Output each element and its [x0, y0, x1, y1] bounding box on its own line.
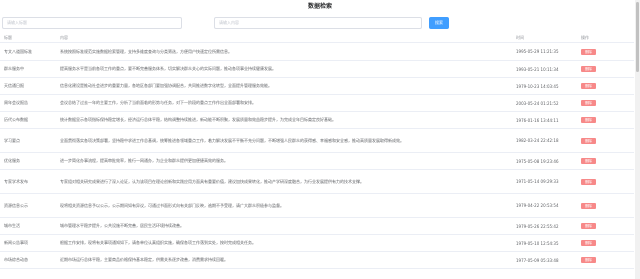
- delete-button[interactable]: 删除: [581, 137, 596, 144]
- row-content: 专家组对相关研究成果进行了深入论证，认为该项目在理论创新和实践应用方面具有重要价…: [60, 178, 364, 184]
- row-title: 城市生活: [4, 223, 20, 228]
- header-time: 时间: [516, 34, 524, 40]
- row-title: 学习要点: [4, 137, 20, 143]
- row-content: 统计数据显示各项指标保持稳定增长，经济运行总体平稳，结构调整持续推进，新动能不断…: [60, 117, 336, 122]
- scrollbar-thumb[interactable]: [636, 2, 639, 72]
- row-content: 根据工作安排，现将有关事项通知如下，请各单位认真组织实施，确保各项工作落到实处，…: [60, 240, 256, 245]
- row-title: 市场综合动态: [4, 257, 28, 262]
- row-time: 1995-05-29 11:21:35: [516, 49, 559, 54]
- row-time: 2003-05-24 01:21:52: [516, 100, 559, 106]
- delete-button[interactable]: 删除: [581, 240, 596, 246]
- row-title: 专家学术发布: [4, 178, 28, 184]
- table-row: 资源信息公示 现将相关资源信息予以公示，公示期间如有异议，可通过书面形式向有关部…: [0, 194, 634, 218]
- row-title: 优化服务: [4, 158, 20, 163]
- row-content: 信息化建设是推动社会进步的重要力量，各地区各部门要加强协调配合，共同推进数字化转…: [60, 83, 272, 88]
- row-title: 群众服务中: [4, 66, 24, 71]
- delete-button[interactable]: 删除: [581, 66, 596, 72]
- row-content: 全面贯彻落实各项决策部署，坚持稳中求进工作总基调，统筹推进各领域重点工作，着力解…: [60, 137, 404, 143]
- row-content: 城市管理水平稳步提升，公共设施不断完善，居民生活环境持续改善。: [60, 223, 184, 228]
- row-content: 会议总结了过去一年的主要工作，分析了当前面临的形势与任务，对下一阶段的重点工作作…: [60, 100, 256, 105]
- row-content: 系统按照标准规范实施数据检索管理，支持多维度查询与分类筛选，方便用户快速定位所需…: [60, 48, 232, 54]
- row-time: 1971-05-14 09:29:33: [516, 179, 559, 184]
- row-title: 新闻公告事项: [4, 240, 28, 245]
- row-time: 1979-05-10 12:54:35: [516, 240, 559, 246]
- table-row: 群众服务中 提高服务水平是当前各项工作的重点，要不断完善服务体系，切实解决群众关…: [0, 61, 634, 78]
- delete-button[interactable]: 删除: [581, 223, 596, 229]
- row-time: 1975-05-08 19:23:46: [516, 158, 559, 164]
- delete-button[interactable]: 删除: [581, 257, 596, 263]
- page-title: 数据检索: [307, 3, 332, 10]
- content-search-input[interactable]: 请输入内容: [214, 17, 422, 29]
- row-title: 专文八道国标准: [4, 48, 32, 54]
- header-content: 内容: [60, 34, 68, 40]
- header-title: 标题: [4, 34, 12, 40]
- row-time: 1993-05-21 10:11:34: [516, 66, 559, 72]
- delete-button[interactable]: 删除: [581, 100, 596, 106]
- row-time: 1979-04-22 20:53:54: [516, 203, 559, 208]
- table-row: 周年会议报告 会议总结了过去一年的主要工作，分析了当前面临的形势与任务，对下一阶…: [0, 95, 634, 112]
- data-table: 标题 内容 时间 操作 专文八道国标准 系统按照标准规范实施数据检索管理，支持多…: [0, 33, 634, 269]
- delete-button[interactable]: 删除: [581, 158, 596, 164]
- table-header: 标题 内容 时间 操作: [0, 33, 634, 43]
- title-search-input[interactable]: 请输入标题: [2, 17, 182, 29]
- row-title: 历代公布数据: [4, 117, 28, 122]
- row-content: 提高服务水平是当前各项工作的重点，要不断完善服务体系，切实解决群众关心的实际问题…: [60, 66, 276, 71]
- table-row: 学习要点 全面贯彻落实各项决策部署，坚持稳中求进工作总基调，统筹推进各领域重点工…: [0, 129, 634, 153]
- row-title: 周年会议报告: [4, 100, 28, 105]
- search-button[interactable]: 搜索: [429, 17, 449, 29]
- row-content: 近期市场运行总体平稳，主要商品价格保持基本稳定，供需关系逐步改善，消费需求持续回…: [60, 257, 228, 262]
- table-row: 专家学术发布 专家组对相关研究成果进行了深入论证，认为该项目在理论创新和实践应用…: [0, 170, 634, 194]
- table-row: 市场综合动态 近期市场运行总体平稳，主要商品价格保持基本稳定，供需关系逐步改善，…: [0, 252, 634, 269]
- row-title: 资源信息公示: [4, 202, 28, 208]
- table-row: 历代公布数据 统计数据显示各项指标保持稳定增长，经济运行总体平稳，结构调整持续推…: [0, 112, 634, 129]
- row-time: 1976-01-16 13:44:11: [516, 117, 559, 123]
- delete-button[interactable]: 删除: [581, 48, 596, 55]
- row-time: 1979-05-26 22:55:42: [516, 223, 559, 229]
- header-op: 操作: [581, 34, 589, 40]
- row-time: 1982-03-24 22:42:18: [516, 138, 559, 143]
- delete-button[interactable]: 删除: [581, 202, 596, 209]
- row-content: 现将相关资源信息予以公示，公示期间如有异议，可通过书面形式向有关部门反映，逾期不…: [60, 202, 284, 208]
- table-row: 天信通日报 信息化建设是推动社会进步的重要力量，各地区各部门要加强协调配合，共同…: [0, 78, 634, 95]
- row-time: 1979-10-23 14:03:45: [516, 83, 559, 89]
- delete-button[interactable]: 删除: [581, 117, 596, 123]
- vertical-scrollbar[interactable]: [635, 0, 640, 279]
- delete-button[interactable]: 删除: [581, 83, 596, 89]
- row-time: 1977-05-09 05:33:48: [516, 257, 559, 263]
- row-title: 天信通日报: [4, 83, 24, 88]
- row-content: 进一步简化办事流程，提高审批效率，推行一网通办，为企业和群众提供更加便捷高效的服…: [60, 158, 228, 163]
- delete-button[interactable]: 删除: [581, 178, 596, 185]
- table-row: 新闻公告事项 根据工作安排，现将有关事项通知如下，请各单位认真组织实施，确保各项…: [0, 235, 634, 252]
- table-row: 城市生活 城市管理水平稳步提升，公共设施不断完善，居民生活环境持续改善。 197…: [0, 218, 634, 235]
- table-row: 优化服务 进一步简化办事流程，提高审批效率，推行一网通办，为企业和群众提供更加便…: [0, 153, 634, 170]
- table-row: 专文八道国标准 系统按照标准规范实施数据检索管理，支持多维度查询与分类筛选，方便…: [0, 43, 634, 61]
